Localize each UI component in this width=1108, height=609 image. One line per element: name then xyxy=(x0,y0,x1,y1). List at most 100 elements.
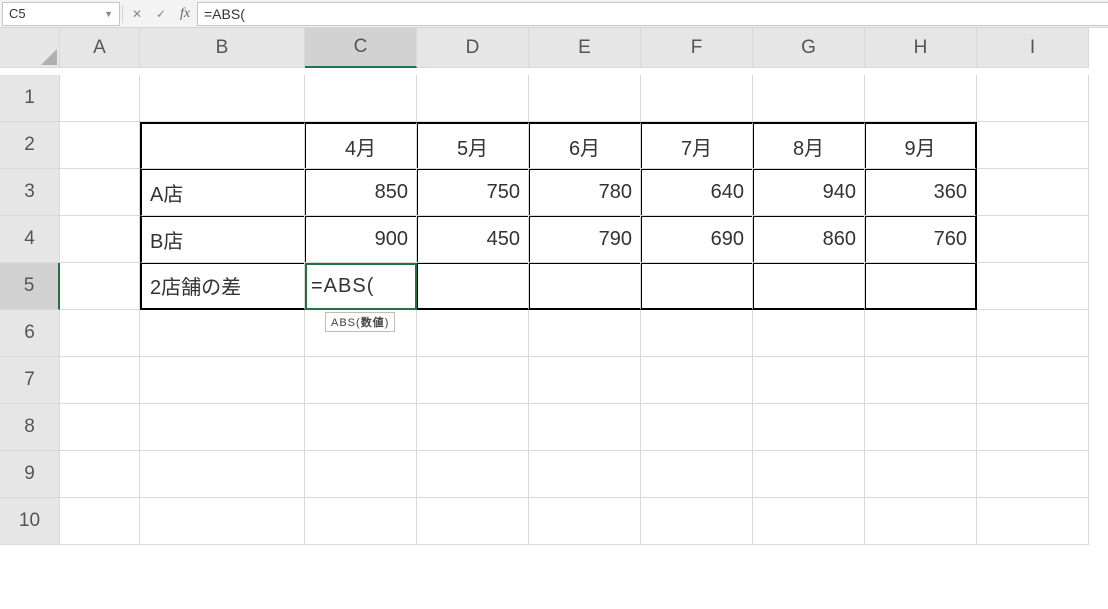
cell-I1[interactable] xyxy=(977,75,1089,122)
col-header-H[interactable]: H xyxy=(865,28,977,68)
cancel-formula-button[interactable]: ✕ xyxy=(125,7,149,21)
cell-D2[interactable]: 5月 xyxy=(417,122,529,169)
cell-G4[interactable]: 860 xyxy=(753,216,865,263)
cell-H6[interactable] xyxy=(865,310,977,357)
cell-C5-editing[interactable]: =ABS( ABS(数値) xyxy=(305,263,417,310)
cell-H9[interactable] xyxy=(865,451,977,498)
row-header-8[interactable]: 8 xyxy=(0,404,60,451)
cell-H7[interactable] xyxy=(865,357,977,404)
cell-E1[interactable] xyxy=(529,75,641,122)
cell-A4[interactable] xyxy=(60,216,140,263)
cell-D4[interactable]: 450 xyxy=(417,216,529,263)
cell-E6[interactable] xyxy=(529,310,641,357)
cell-A2[interactable] xyxy=(60,122,140,169)
cell-F3[interactable]: 640 xyxy=(641,169,753,216)
cell-B3[interactable]: A店 xyxy=(140,169,305,216)
row-header-5[interactable]: 5 xyxy=(0,263,60,310)
cell-E9[interactable] xyxy=(529,451,641,498)
cell-A6[interactable] xyxy=(60,310,140,357)
cell-B7[interactable] xyxy=(140,357,305,404)
cell-F10[interactable] xyxy=(641,498,753,545)
cell-H1[interactable] xyxy=(865,75,977,122)
cell-H3[interactable]: 360 xyxy=(865,169,977,216)
cell-F8[interactable] xyxy=(641,404,753,451)
cell-I7[interactable] xyxy=(977,357,1089,404)
cell-D10[interactable] xyxy=(417,498,529,545)
cell-G7[interactable] xyxy=(753,357,865,404)
cell-B5[interactable]: 2店舗の差 xyxy=(140,263,305,310)
row-header-6[interactable]: 6 xyxy=(0,310,60,357)
cell-G10[interactable] xyxy=(753,498,865,545)
cell-B6[interactable] xyxy=(140,310,305,357)
cell-A8[interactable] xyxy=(60,404,140,451)
col-header-E[interactable]: E xyxy=(529,28,641,68)
cell-G9[interactable] xyxy=(753,451,865,498)
col-header-C[interactable]: C xyxy=(305,28,417,68)
cell-D1[interactable] xyxy=(417,75,529,122)
cell-C2[interactable]: 4月 xyxy=(305,122,417,169)
cell-F5[interactable] xyxy=(641,263,753,310)
cell-A10[interactable] xyxy=(60,498,140,545)
cell-G8[interactable] xyxy=(753,404,865,451)
cell-F4[interactable]: 690 xyxy=(641,216,753,263)
cell-I6[interactable] xyxy=(977,310,1089,357)
cell-A1[interactable] xyxy=(60,75,140,122)
cell-H5[interactable] xyxy=(865,263,977,310)
name-box-dropdown-icon[interactable]: ▼ xyxy=(104,9,113,19)
cell-A3[interactable] xyxy=(60,169,140,216)
cell-E2[interactable]: 6月 xyxy=(529,122,641,169)
cell-A9[interactable] xyxy=(60,451,140,498)
cell-B2[interactable] xyxy=(140,122,305,169)
row-header-4[interactable]: 4 xyxy=(0,216,60,263)
row-header-2[interactable]: 2 xyxy=(0,122,60,169)
cell-C10[interactable] xyxy=(305,498,417,545)
row-header-7[interactable]: 7 xyxy=(0,357,60,404)
cell-C1[interactable] xyxy=(305,75,417,122)
cell-C9[interactable] xyxy=(305,451,417,498)
cell-C7[interactable] xyxy=(305,357,417,404)
cell-D8[interactable] xyxy=(417,404,529,451)
cell-C3[interactable]: 850 xyxy=(305,169,417,216)
cell-G5[interactable] xyxy=(753,263,865,310)
cell-I9[interactable] xyxy=(977,451,1089,498)
col-header-B[interactable]: B xyxy=(140,28,305,68)
cell-F6[interactable] xyxy=(641,310,753,357)
cell-A5[interactable] xyxy=(60,263,140,310)
select-all-corner[interactable] xyxy=(0,28,60,68)
cell-C4[interactable]: 900 xyxy=(305,216,417,263)
cell-F2[interactable]: 7月 xyxy=(641,122,753,169)
col-header-F[interactable]: F xyxy=(641,28,753,68)
cell-B1[interactable] xyxy=(140,75,305,122)
cell-H10[interactable] xyxy=(865,498,977,545)
cell-H4[interactable]: 760 xyxy=(865,216,977,263)
spreadsheet-grid[interactable]: A B C D E F G H I 1 2 4月 5月 6月 7月 8月 9月 … xyxy=(0,28,1108,545)
row-header-9[interactable]: 9 xyxy=(0,451,60,498)
cell-H2[interactable]: 9月 xyxy=(865,122,977,169)
cell-F9[interactable] xyxy=(641,451,753,498)
cell-I2[interactable] xyxy=(977,122,1089,169)
cell-D3[interactable]: 750 xyxy=(417,169,529,216)
cell-E4[interactable]: 790 xyxy=(529,216,641,263)
cell-G6[interactable] xyxy=(753,310,865,357)
col-header-D[interactable]: D xyxy=(417,28,529,68)
row-header-10[interactable]: 10 xyxy=(0,498,60,545)
row-header-1[interactable]: 1 xyxy=(0,75,60,122)
cell-G2[interactable]: 8月 xyxy=(753,122,865,169)
cell-G3[interactable]: 940 xyxy=(753,169,865,216)
cell-I3[interactable] xyxy=(977,169,1089,216)
cell-B9[interactable] xyxy=(140,451,305,498)
insert-function-button[interactable]: fx xyxy=(173,6,197,22)
cell-E7[interactable] xyxy=(529,357,641,404)
formula-input[interactable]: =ABS( xyxy=(197,2,1108,26)
cell-I5[interactable] xyxy=(977,263,1089,310)
cell-C8[interactable] xyxy=(305,404,417,451)
col-header-I[interactable]: I xyxy=(977,28,1089,68)
cell-I4[interactable] xyxy=(977,216,1089,263)
name-box[interactable]: C5 ▼ xyxy=(2,2,120,26)
col-header-A[interactable]: A xyxy=(60,28,140,68)
function-tooltip[interactable]: ABS(数値) xyxy=(325,312,395,332)
cell-G1[interactable] xyxy=(753,75,865,122)
col-header-G[interactable]: G xyxy=(753,28,865,68)
cell-B10[interactable] xyxy=(140,498,305,545)
cell-E10[interactable] xyxy=(529,498,641,545)
